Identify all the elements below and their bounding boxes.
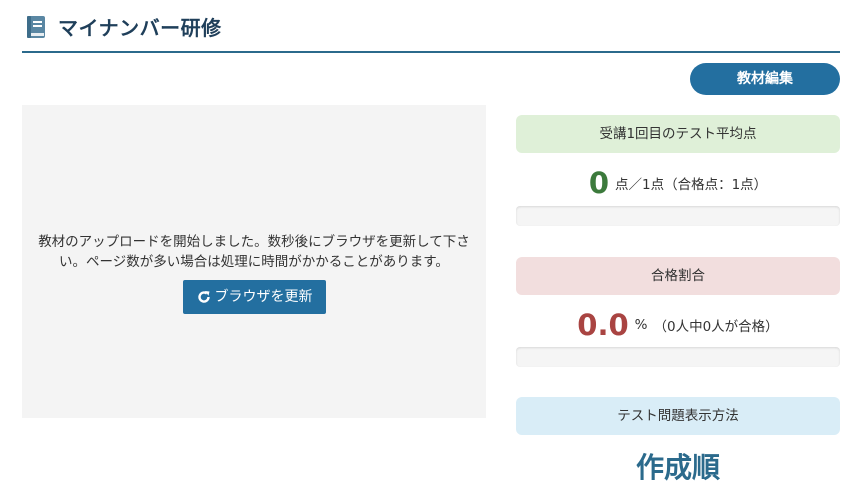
reload-browser-button[interactable]: ブラウザを更新 xyxy=(183,280,326,314)
pass-rate-progress xyxy=(516,347,840,367)
upload-status-message: 教材のアップロードを開始しました。数秒後にブラウザを更新して下さい。ページ数が多… xyxy=(38,234,470,270)
page-header: マイナンバー研修 xyxy=(22,0,840,53)
average-score-value: 0 xyxy=(588,166,609,200)
display-method-heading: テスト問題表示方法 xyxy=(516,397,840,435)
average-score-detail: 点／1点（合格点：1点） xyxy=(615,177,768,193)
edit-material-button[interactable]: 教材編集 xyxy=(690,63,840,95)
refresh-icon xyxy=(197,291,210,303)
display-method-value: 作成順 xyxy=(635,451,720,484)
average-score-progress xyxy=(516,206,840,226)
average-score-heading: 受講1回目のテスト平均点 xyxy=(516,115,840,153)
material-preview-panel: 教材のアップロードを開始しました。数秒後にブラウザを更新して下さい。ページ数が多… xyxy=(22,105,486,418)
pass-rate-value: 0.0 xyxy=(577,308,629,342)
pass-rate-unit: % xyxy=(634,317,648,333)
average-score-line: 0 点／1点（合格点：1点） xyxy=(516,166,840,200)
page-title: マイナンバー研修 xyxy=(58,16,222,40)
pass-rate-heading: 合格割合 xyxy=(516,257,840,295)
reload-button-label: ブラウザを更新 xyxy=(214,289,313,305)
pass-rate-line: 0.0% （0人中0人が合格） xyxy=(516,308,840,342)
book-icon xyxy=(27,16,45,38)
pass-rate-detail: （0人中0人が合格） xyxy=(653,319,779,335)
